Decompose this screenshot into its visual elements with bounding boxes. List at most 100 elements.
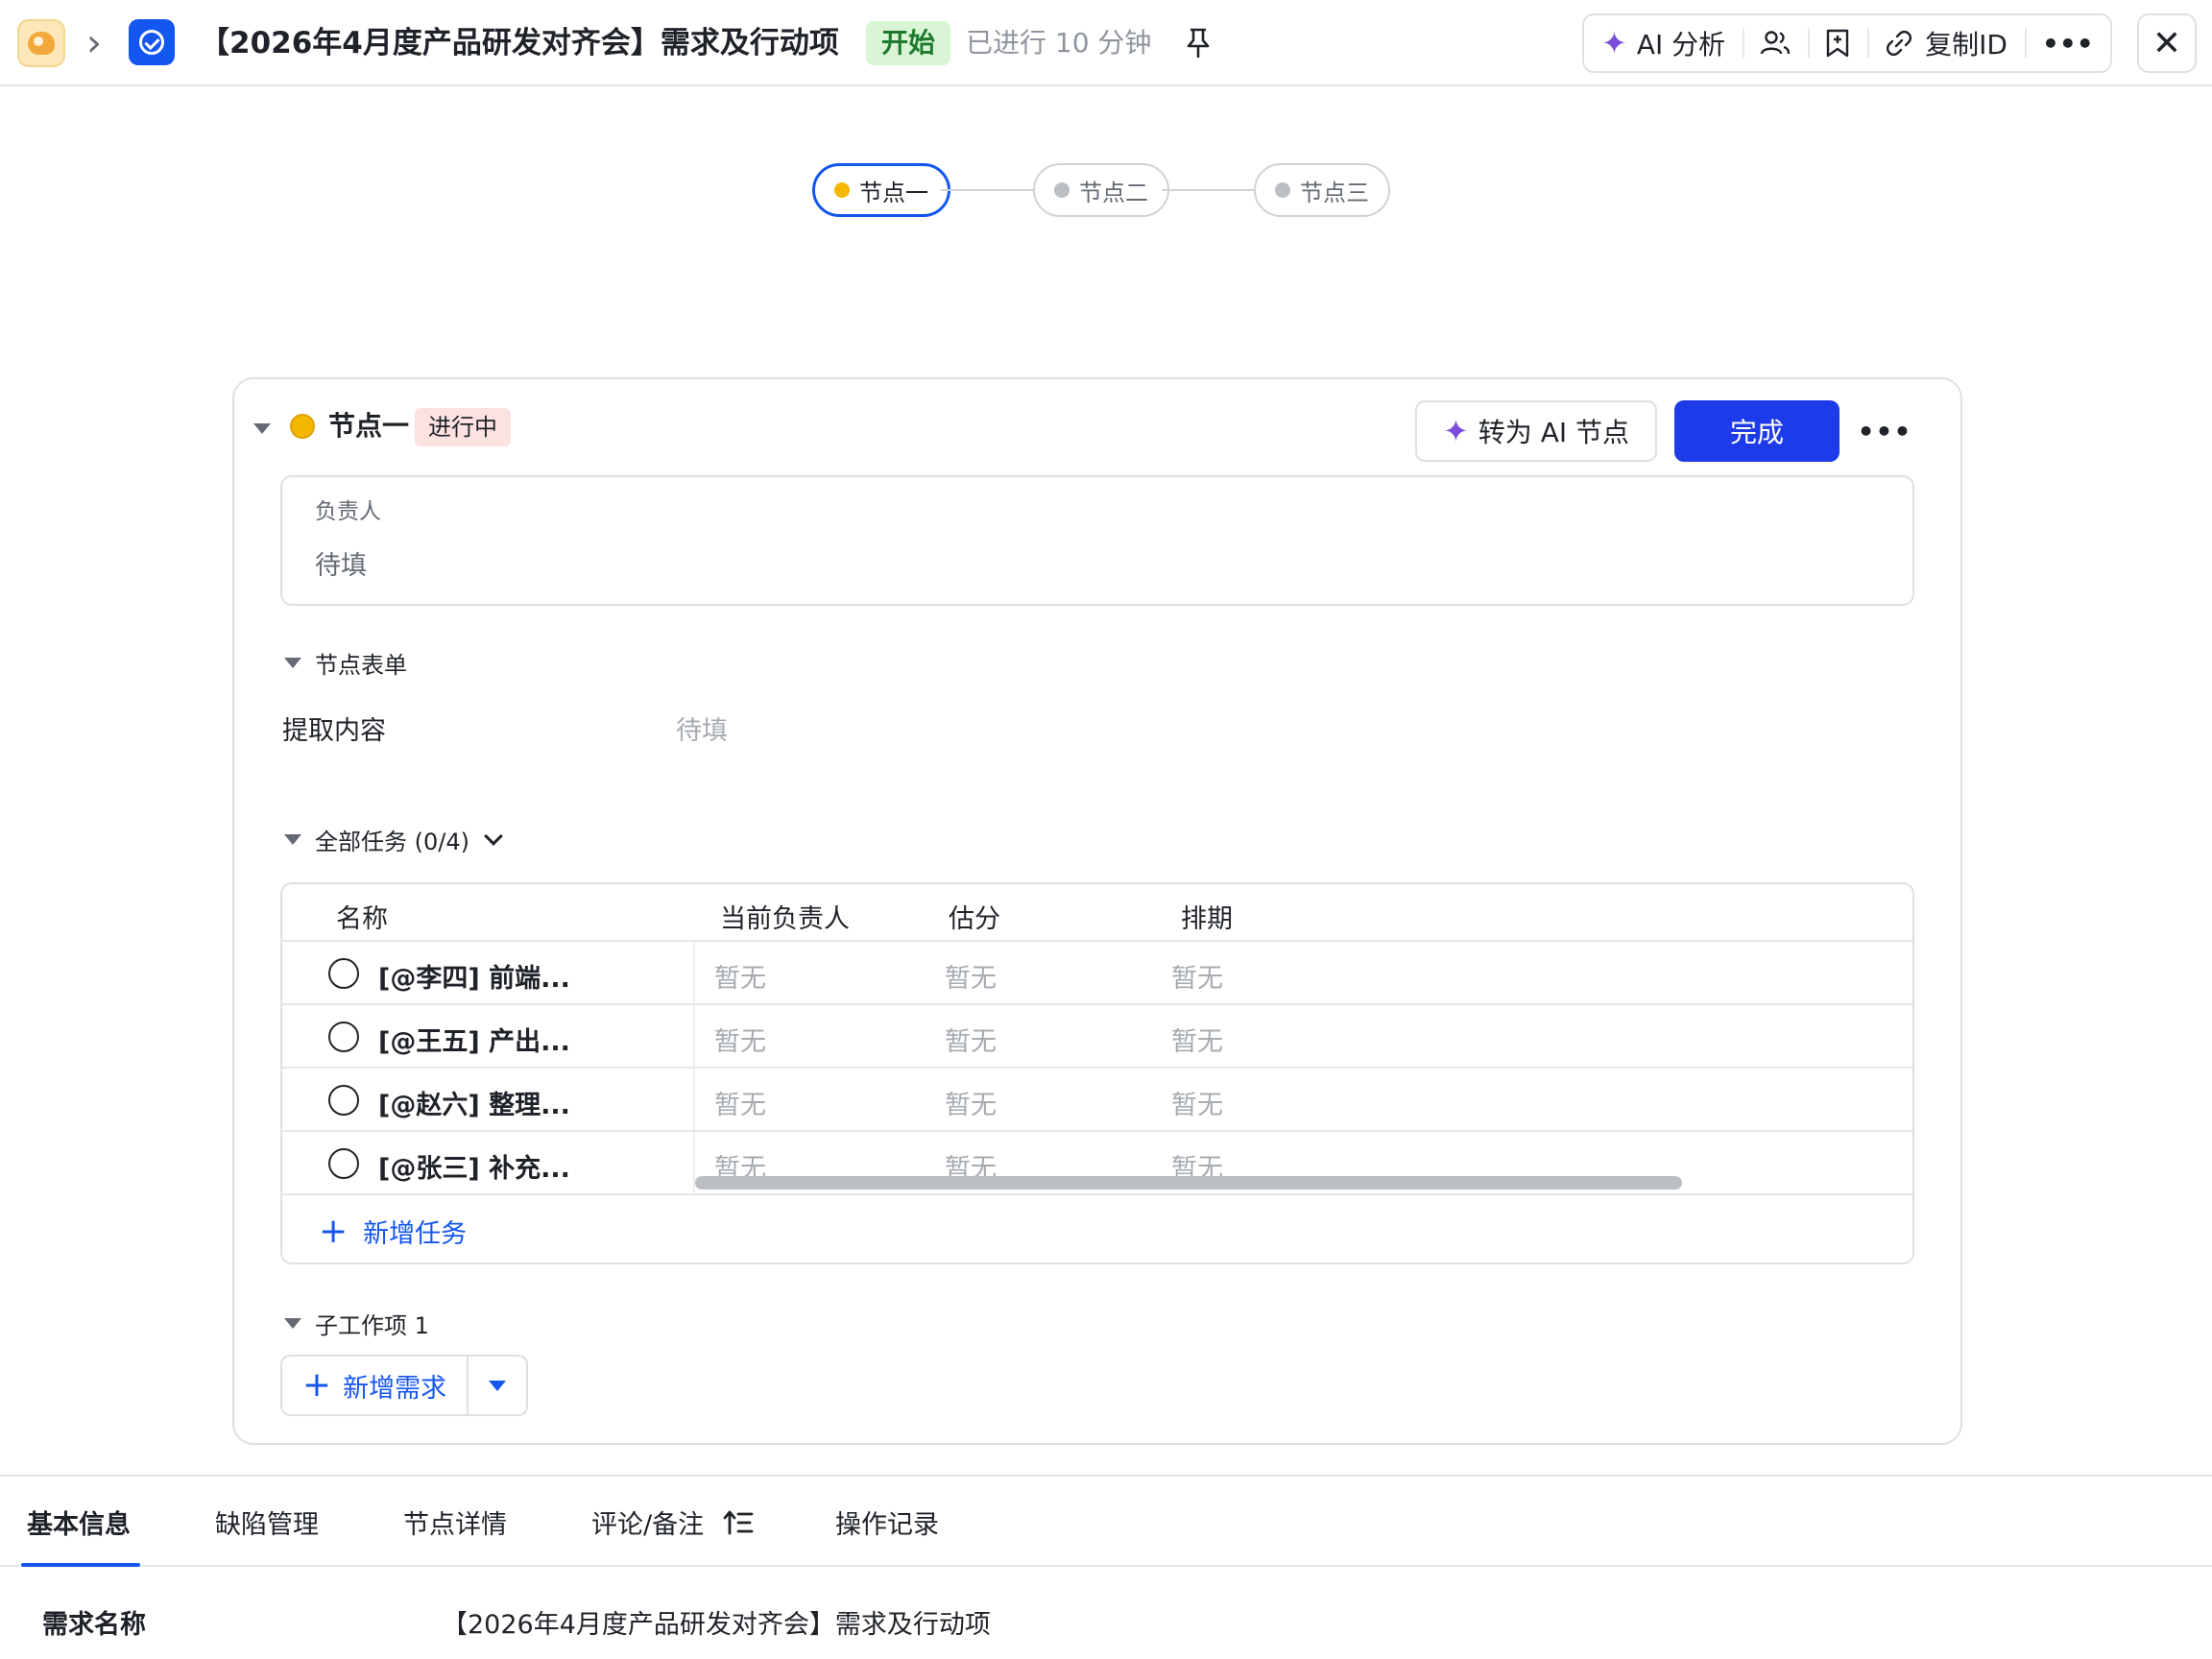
sort-icon[interactable] (723, 1509, 754, 1536)
task-checkbox[interactable] (328, 1148, 359, 1179)
add-requirement-button[interactable]: + 新增需求 (282, 1357, 469, 1414)
collapse-triangle-icon (284, 658, 301, 668)
tab-node-details[interactable]: 节点详情 (403, 1503, 507, 1541)
tab-comments-label: 评论/备注 (591, 1510, 705, 1540)
chevron-right-icon: › (86, 21, 102, 65)
bookmark-add-icon (1826, 29, 1849, 58)
task-owner[interactable]: 暂无 (714, 1084, 766, 1121)
task-checkbox[interactable] (328, 958, 359, 989)
detail-tabs: 基本信息 缺陷管理 节点详情 评论/备注 操作记录 (0, 1475, 2212, 1567)
flow-step-label: 节点三 (1300, 179, 1369, 206)
active-tab-indicator (21, 1563, 140, 1567)
copy-id-button[interactable]: 复制ID (1867, 15, 2025, 71)
plus-icon: + (319, 1211, 349, 1251)
task-name[interactable]: [@王五] 产出... (378, 1021, 570, 1058)
tasks-section[interactable]: 全部任务 (0/4) (284, 823, 503, 856)
caret-down-icon (489, 1380, 506, 1391)
section-title: 节点表单 (315, 652, 407, 679)
task-checkbox[interactable] (328, 1085, 359, 1116)
sub-items-section[interactable]: 子工作项 1 (284, 1307, 429, 1340)
bookmark-button[interactable] (1808, 15, 1867, 71)
more-dots-icon: ••• (2041, 27, 2094, 60)
horizontal-scrollbar[interactable] (695, 1176, 1682, 1190)
tab-activity-log[interactable]: 操作记录 (835, 1503, 939, 1541)
task-name[interactable]: [@李四] 前端... (378, 957, 570, 995)
flow-step-1[interactable]: 节点一 (812, 163, 950, 217)
pin-icon[interactable] (1185, 27, 1212, 60)
flow-connector (941, 189, 1033, 191)
requirement-name-label: 需求名称 (42, 1610, 146, 1640)
task-estimate[interactable]: 暂无 (945, 957, 997, 995)
extract-content-value[interactable]: 待填 (676, 709, 728, 747)
add-requirement-label: 新增需求 (343, 1373, 447, 1404)
owner-field[interactable]: 负责人 待填 (280, 475, 1914, 606)
task-estimate[interactable]: 暂无 (945, 1084, 997, 1121)
flow-step-3[interactable]: 节点三 (1254, 163, 1390, 217)
flow-step-label: 节点一 (859, 179, 928, 206)
node-more-button[interactable]: ••• (1857, 400, 1912, 462)
column-header: 当前负责人 (720, 904, 850, 934)
app-logo[interactable] (17, 19, 65, 67)
task-schedule[interactable]: 暂无 (1171, 957, 1223, 995)
section-title: 子工作项 1 (315, 1312, 429, 1339)
task-name[interactable]: [@赵六] 整理... (378, 1084, 570, 1121)
plus-icon: + (301, 1365, 332, 1405)
node-status-badge: 进行中 (415, 408, 511, 446)
tab-comments[interactable]: 评论/备注 (591, 1503, 754, 1541)
copy-id-label: 复制ID (1925, 29, 2008, 60)
column-header: 估分 (949, 904, 1000, 934)
page-title: 【2026年4月度产品研发对齐会】需求及行动项 (200, 26, 839, 60)
task-schedule[interactable]: 暂无 (1171, 1021, 1223, 1058)
collapse-triangle-icon (284, 834, 301, 845)
task-estimate[interactable]: 暂无 (945, 1021, 997, 1058)
step-status-dot (1054, 182, 1070, 198)
sparkle-icon: ✦ (1601, 25, 1627, 61)
task-owner[interactable]: 暂无 (714, 957, 766, 995)
step-status-dot (1275, 182, 1290, 198)
node-status-dot (290, 414, 315, 439)
elapsed-time: 已进行 10 分钟 (966, 27, 1152, 59)
collapse-triangle-icon[interactable] (253, 423, 271, 434)
task-schedule[interactable]: 暂无 (1171, 1084, 1223, 1121)
sparkle-icon: ✦ (1442, 413, 1469, 449)
ai-analysis-button[interactable]: ✦ AI 分析 (1584, 15, 1743, 71)
table-row[interactable]: [@李四] 前端... 暂无 暂无 暂无 (282, 942, 1912, 1005)
header-toolbar: ✦ AI 分析 复制ID ••• (1582, 13, 2112, 73)
column-header: 名称 (336, 904, 388, 934)
add-task-label: 新增任务 (363, 1219, 468, 1249)
chevron-down-icon[interactable] (484, 826, 503, 846)
close-button[interactable]: ✕ (2137, 13, 2197, 73)
link-icon (1887, 31, 1912, 56)
node-name: 节点一 (328, 410, 410, 442)
flow-connector (1162, 189, 1254, 191)
flow-step-label: 节点二 (1079, 179, 1148, 206)
node-form-section[interactable]: 节点表单 (284, 646, 407, 680)
convert-ai-node-label: 转为 AI 节点 (1478, 417, 1630, 448)
complete-button[interactable]: 完成 (1674, 400, 1839, 462)
requirement-name-value[interactable]: 【2026年4月度产品研发对齐会】需求及行动项 (442, 1603, 991, 1641)
add-requirement-dropdown[interactable] (469, 1357, 526, 1414)
step-status-dot (834, 182, 850, 198)
task-name[interactable]: [@张三] 补充... (378, 1147, 570, 1185)
table-row[interactable]: [@赵六] 整理... 暂无 暂无 暂无 (282, 1069, 1912, 1132)
members-button[interactable] (1743, 15, 1808, 71)
tab-defects[interactable]: 缺陷管理 (215, 1503, 319, 1541)
add-requirement-split-button: + 新增需求 (280, 1355, 528, 1416)
owner-value: 待填 (315, 551, 367, 581)
task-table: 名称 当前负责人 估分 排期 [@李四] 前端... 暂无 暂无 暂无 [@王五… (280, 882, 1914, 1264)
more-button[interactable]: ••• (2024, 15, 2111, 71)
node-card: 节点一 进行中 ✦ 转为 AI 节点 完成 ••• 负责人 待填 节点表单 提取… (232, 377, 1962, 1445)
flow-step-2[interactable]: 节点二 (1033, 163, 1169, 217)
column-header: 排期 (1181, 904, 1233, 934)
more-dots-icon: ••• (1857, 415, 1912, 447)
section-title: 全部任务 (0/4) (315, 829, 469, 855)
task-owner[interactable]: 暂无 (714, 1021, 766, 1058)
extract-content-label: 提取内容 (282, 716, 386, 746)
status-badge[interactable]: 开始 (866, 21, 951, 65)
convert-ai-node-button[interactable]: ✦ 转为 AI 节点 (1415, 400, 1657, 462)
tab-basic-info[interactable]: 基本信息 (27, 1503, 131, 1541)
add-task-button[interactable]: + 新增任务 (319, 1213, 467, 1250)
table-row[interactable]: [@王五] 产出... 暂无 暂无 暂无 (282, 1005, 1912, 1069)
top-bar: › 【2026年4月度产品研发对齐会】需求及行动项 开始 已进行 10 分钟 ✦… (0, 0, 2212, 86)
task-checkbox[interactable] (328, 1022, 359, 1052)
